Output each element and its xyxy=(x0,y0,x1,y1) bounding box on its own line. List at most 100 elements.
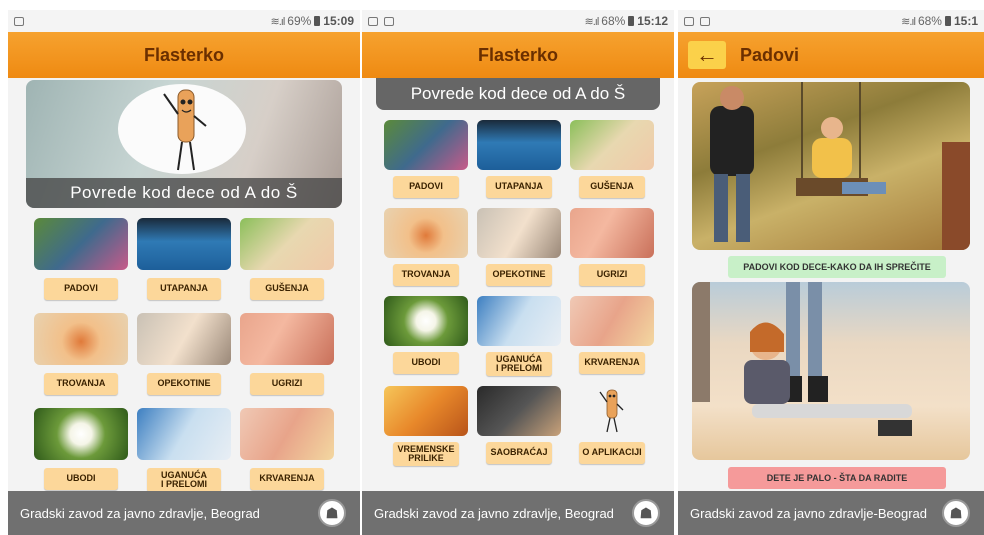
footer-text: Gradski zavod za javno zdravlje-Beograd xyxy=(690,505,928,521)
thumb-ubodi xyxy=(34,408,128,460)
chip-trovanja[interactable]: TROVANJA xyxy=(393,264,459,286)
tile-krvarenja[interactable]: KRVARENJA xyxy=(240,408,334,492)
chip-padovi[interactable]: PADOVI xyxy=(44,278,118,300)
tile-opekotine[interactable]: OPEKOTINE xyxy=(477,208,561,286)
thumb-ugrizi xyxy=(240,313,334,365)
app-title: Flasterko xyxy=(143,44,225,65)
status-bar: ≋.ıl 68% 15:12 xyxy=(362,10,674,32)
chip-ubodi[interactable]: UBODI xyxy=(393,352,459,374)
chip-utapanja[interactable]: UTAPANJA xyxy=(147,278,221,300)
footer-text: Gradski zavod za javno zdravlje, Beograd xyxy=(20,505,260,521)
gallery-notification-icon xyxy=(14,16,24,26)
flasterko-mascot-icon xyxy=(163,89,207,171)
city-logo-icon: ☗ xyxy=(942,499,970,527)
tile-utapanja[interactable]: UTAPANJA xyxy=(477,120,561,198)
chip-krvarenja[interactable]: KRVARENJA xyxy=(579,352,645,374)
phone-screen-grid-scrolled: ≋.ıl 68% 15:12 Flasterko Povrede kod dec… xyxy=(362,10,674,535)
thumb-krvarenja xyxy=(570,296,654,346)
thumb-o-aplikaciji xyxy=(570,386,654,436)
tile-saobracaj[interactable]: SAOBRAĆAJ xyxy=(477,386,561,466)
chip-gusenja[interactable]: GUŠENJA xyxy=(579,176,645,198)
chip-gusenja[interactable]: GUŠENJA xyxy=(250,278,324,300)
thumb-padovi xyxy=(34,218,128,270)
chip-opekotine[interactable]: OPEKOTINE xyxy=(486,264,552,286)
status-bar: ≋.ıl 69% 15:09 xyxy=(8,10,360,32)
footer: Gradski zavod za javno zdravlje-Beograd … xyxy=(678,491,984,535)
tile-trovanja[interactable]: TROVANJA xyxy=(34,313,128,395)
chip-opekotine[interactable]: OPEKOTINE xyxy=(147,373,221,395)
footer-text: Gradski zavod za javno zdravlje, Beograd xyxy=(374,505,614,521)
thumb-ubodi xyxy=(384,296,468,346)
gallery-notification-icon xyxy=(368,16,378,26)
section-banner: Povrede kod dece od A do Š xyxy=(376,78,660,110)
tile-padovi[interactable]: PADOVI xyxy=(34,218,128,300)
tile-uganuca[interactable]: UGANUĆA I PRELOMI xyxy=(137,408,231,492)
thumb-trovanja xyxy=(384,208,468,258)
flasterko-mascot-icon xyxy=(599,389,624,433)
tile-ubodi[interactable]: UBODI xyxy=(34,408,128,492)
phone-screen-padovi: ≋.ıl 68% 15:1 ← Padovi PADOVI KOD DECE-K… xyxy=(678,10,984,535)
child-fell-what-to-do-button[interactable]: DETE JE PALO - ŠTA DA RADITE xyxy=(728,467,946,489)
thumb-trovanja xyxy=(34,313,128,365)
skating-scene-illustration xyxy=(692,282,912,436)
hero-banner[interactable]: Povrede kod dece od A do Š xyxy=(26,80,342,208)
app-bar: ← Padovi xyxy=(678,32,984,78)
thumb-gusenja xyxy=(240,218,334,270)
thumb-uganuca xyxy=(137,408,231,460)
battery-icon xyxy=(628,16,635,26)
tile-uganuca[interactable]: UGANUĆA I PRELOMI xyxy=(477,296,561,376)
chip-utapanja[interactable]: UTAPANJA xyxy=(486,176,552,198)
chip-uganuca[interactable]: UGANUĆA I PRELOMI xyxy=(486,352,552,376)
thumb-uganuca xyxy=(477,296,561,346)
status-bar: ≋.ıl 68% 15:1 xyxy=(678,10,984,32)
prevent-falls-button[interactable]: PADOVI KOD DECE-KAKO DA IH SPREČITE xyxy=(728,256,946,278)
tile-gusenja[interactable]: GUŠENJA xyxy=(240,218,334,300)
chip-ugrizi[interactable]: UGRIZI xyxy=(250,373,324,395)
thumb-opekotine xyxy=(137,313,231,365)
tile-ubodi[interactable]: UBODI xyxy=(384,296,468,376)
thumb-utapanja xyxy=(477,120,561,170)
chip-uganuca[interactable]: UGANUĆA I PRELOMI xyxy=(147,468,221,492)
clock: 15:1 xyxy=(953,14,978,28)
tile-krvarenja[interactable]: KRVARENJA xyxy=(570,296,654,376)
chip-trovanja[interactable]: TROVANJA xyxy=(44,373,118,395)
thumb-ugrizi xyxy=(570,208,654,258)
chip-ubodi[interactable]: UBODI xyxy=(44,468,118,490)
city-logo-icon: ☗ xyxy=(632,499,660,527)
arrow-left-icon[interactable]: ← xyxy=(688,41,726,69)
notification-icon xyxy=(384,16,394,26)
battery-percent: 68% xyxy=(601,14,626,28)
thumb-padovi xyxy=(384,120,468,170)
tile-ugrizi[interactable]: UGRIZI xyxy=(570,208,654,286)
clock: 15:09 xyxy=(323,14,354,28)
tile-ugrizi[interactable]: UGRIZI xyxy=(240,313,334,395)
battery-percent: 68% xyxy=(917,14,942,28)
chip-ugrizi[interactable]: UGRIZI xyxy=(579,264,645,286)
chip-padovi[interactable]: PADOVI xyxy=(393,176,459,198)
phone-screen-home: ≋.ıl 69% 15:09 Flasterko Povrede kod dec… xyxy=(8,10,360,535)
injury-grid: PADOVI UTAPANJA GUŠENJA TROVANJA OPEKOTI… xyxy=(34,218,334,492)
footer: Gradski zavod za javno zdravlje, Beograd… xyxy=(362,491,674,535)
chip-krvarenja[interactable]: KRVARENJA xyxy=(250,468,324,490)
injury-grid: PADOVI UTAPANJA GUŠENJA TROVANJA OPEKOTI… xyxy=(384,120,656,466)
app-bar: Flasterko xyxy=(362,32,674,78)
chip-o-aplikaciji[interactable]: O APLIKACIJI xyxy=(579,442,645,464)
chip-saobracaj[interactable]: SAOBRAĆAJ xyxy=(486,442,552,464)
tile-gusenja[interactable]: GUŠENJA xyxy=(570,120,654,198)
app-bar: Flasterko xyxy=(8,32,360,78)
thumb-gusenja xyxy=(570,120,654,170)
tile-opekotine[interactable]: OPEKOTINE xyxy=(137,313,231,395)
tile-padovi[interactable]: PADOVI xyxy=(384,120,468,198)
photo-skating-girl xyxy=(692,282,970,460)
screenshot-collage: ≋.ıl 69% 15:09 Flasterko Povrede kod dec… xyxy=(0,0,984,535)
tile-utapanja[interactable]: UTAPANJA xyxy=(137,218,231,300)
hero-caption: Povrede kod dece od A do Š xyxy=(26,178,342,208)
thumb-utapanja xyxy=(137,218,231,270)
tile-vremenske-prilike[interactable]: VREMENSKE PRILIKE xyxy=(384,386,468,466)
tile-o-aplikaciji[interactable]: O APLIKACIJI xyxy=(570,386,654,466)
app-title: Flasterko xyxy=(477,44,559,65)
swing-scene-illustration xyxy=(710,82,970,250)
wifi-signal-icon: ≋.ıl xyxy=(270,15,285,28)
chip-vremenske-prilike[interactable]: VREMENSKE PRILIKE xyxy=(393,442,459,466)
tile-trovanja[interactable]: TROVANJA xyxy=(384,208,468,286)
